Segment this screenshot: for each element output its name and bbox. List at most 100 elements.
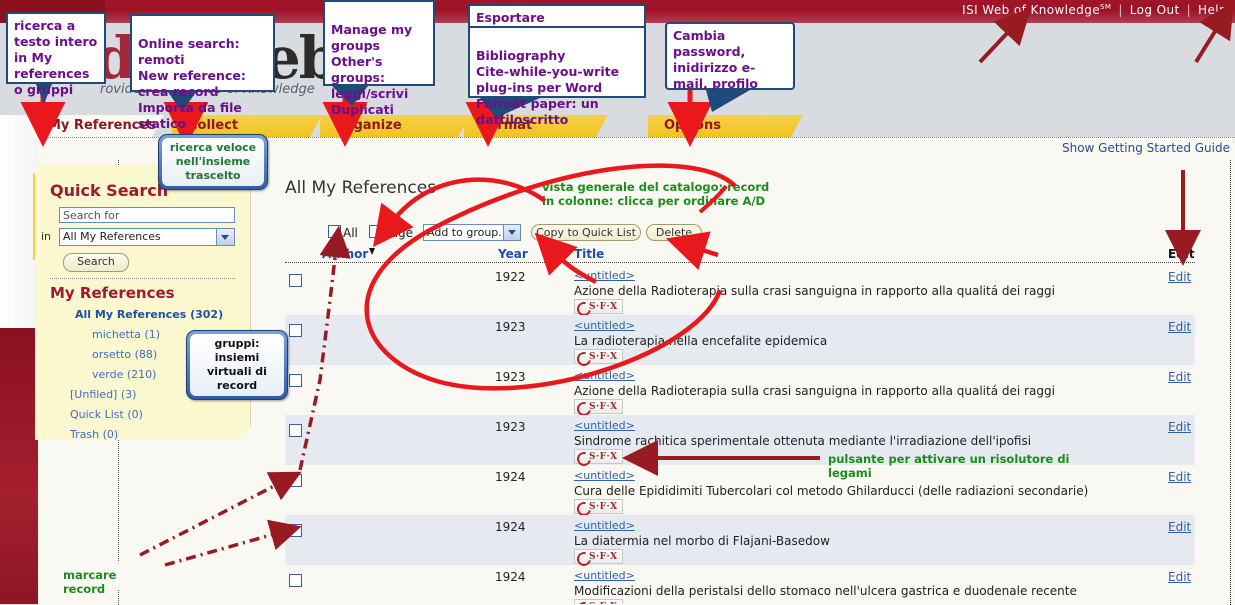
select-all-checkbox[interactable] [328,225,341,238]
row-edit-link[interactable]: Edit [1168,270,1191,284]
row-author-untitled[interactable]: <untitled> [574,469,635,482]
group-item-all[interactable]: All My References (302) [75,308,223,321]
row-author-untitled[interactable]: <untitled> [574,569,635,582]
callout-format-body: Bibliography Cite-while-you-write plug-i… [468,26,646,127]
callout-groups: gruppi: insiemi virtuali di record [186,330,288,400]
row-title: Azione della Radioterapia sulla crasi sa… [574,284,1055,298]
row-year: 1923 [495,420,526,434]
callout-collect: Online search: remoti New reference: cre… [130,14,275,131]
column-header-title[interactable]: Title [574,247,604,261]
callout-organize: Manage my groups Other's groups: leggi/s… [323,0,435,117]
separator-1: | [1118,3,1123,17]
column-header-year[interactable]: Year [498,247,528,261]
note-mark-record-box: marcare record [55,561,158,596]
row-author-untitled[interactable]: <untitled> [574,369,635,382]
row-edit-link[interactable]: Edit [1168,570,1191,584]
row-edit-link[interactable]: Edit [1168,420,1191,434]
row-checkbox[interactable] [289,274,302,287]
table-row[interactable]: 1923 <untitled> Azione della Radioterapi… [285,365,1195,415]
delete-button[interactable]: Delete [646,224,702,241]
search-button[interactable]: Search [63,253,129,272]
group-item-quick-list[interactable]: Quick List (0) [70,408,143,421]
row-year: 1924 [495,570,526,584]
header-rule [285,262,1195,263]
row-checkbox[interactable] [289,524,302,537]
row-year: 1923 [495,320,526,334]
table-row[interactable]: 1924 <untitled> La diatermia nel morbo d… [285,515,1195,565]
row-checkbox[interactable] [289,474,302,487]
copy-to-quick-list-button[interactable]: Copy to Quick List [531,224,641,241]
select-page-checkbox[interactable] [369,225,382,238]
row-checkbox[interactable] [289,374,302,387]
row-checkbox[interactable] [289,574,302,587]
add-to-group-select[interactable]: Add to group... [423,224,521,241]
row-edit-link[interactable]: Edit [1168,370,1191,384]
sfx-resolver-button[interactable]: S·F·X [574,599,623,604]
row-year: 1922 [495,270,526,284]
callout-my-references: ricerca a testo intero in My references … [6,12,106,97]
group-item-orsetto[interactable]: orsetto (88) [92,348,157,361]
table-row[interactable]: 1924 <untitled> Modificazioni della peri… [285,565,1195,604]
row-year: 1923 [495,370,526,384]
row-title: Modificazioni della peristalsi dello sto… [574,584,1077,598]
table-row[interactable]: 1923 <untitled> La radioterapia nella en… [285,315,1195,365]
row-author-untitled[interactable]: <untitled> [574,269,635,282]
row-title: Sindrome rachitica sperimentale ottenuta… [574,434,1032,448]
quick-search-title: Quick Search [50,181,169,200]
callout-quick-search: ricerca veloce nell'insieme trascelto [158,134,268,190]
separator-2: | [1186,3,1192,17]
column-header-author[interactable]: Author [322,247,368,261]
page-title: All My References [285,178,437,198]
row-checkbox[interactable] [289,324,302,337]
row-edit-link[interactable]: Edit [1168,520,1191,534]
sfx-resolver-button[interactable]: S·F·X [574,399,623,414]
row-title: La diatermia nel morbo di Flajani-Basedo… [574,534,830,548]
service-mark: SM [1100,3,1112,11]
chevron-down-icon[interactable] [216,229,234,245]
group-item-michetta[interactable]: michetta (1) [92,328,160,341]
tab-options[interactable]: Options [648,115,803,137]
row-title: Azione della Radioterapia sulla crasi sa… [574,384,1055,398]
note-mark-record: marcare record [63,568,117,596]
in-label: in [41,230,52,243]
table-row[interactable]: 1922 <untitled> Azione della Radioterapi… [285,265,1195,315]
row-author-untitled[interactable]: <untitled> [574,319,635,332]
search-input[interactable]: Search for [59,207,235,223]
column-header-edit: Edit [1168,247,1195,261]
row-checkbox[interactable] [289,424,302,437]
search-scope-select[interactable]: All My References [59,228,235,246]
row-author-untitled[interactable]: <untitled> [574,519,635,532]
sfx-resolver-button[interactable]: S·F·X [574,549,623,564]
add-to-group-value: Add to group... [427,226,509,239]
row-year: 1924 [495,520,526,534]
row-title: Cura delle Epididimiti Tubercolari col m… [574,484,1089,498]
sfx-resolver-button[interactable]: S·F·X [574,449,623,464]
top-header-links: ISI Web of KnowledgeSM | Log Out | Help [962,3,1227,17]
isi-brand-link[interactable]: ISI Web of KnowledgeSM [962,3,1111,17]
group-item-verde[interactable]: verde (210) [92,368,156,381]
select-page-label: Page [384,226,414,240]
callout-format-title: Esportare [468,4,646,28]
row-author-untitled[interactable]: <untitled> [574,419,635,432]
note-sfx: pulsante per attivare un risolutore di l… [828,452,1070,480]
search-scope-value: All My References [63,230,161,243]
callout-quick-search-text: ricerca veloce nell'insieme trascelto [162,138,264,186]
sfx-resolver-button[interactable]: S·F·X [574,299,623,314]
chevron-down-icon[interactable] [503,225,520,240]
help-link[interactable]: Help [1198,3,1227,17]
show-getting-started-guide-link[interactable]: Show Getting Started Guide [1062,141,1230,155]
logout-link[interactable]: Log Out [1130,3,1180,17]
my-references-heading: My References [50,284,175,302]
row-title: La radioterapia nella encefalite epidemi… [574,334,828,348]
sfx-resolver-button[interactable]: S·F·X [574,349,623,364]
row-edit-link[interactable]: Edit [1168,470,1191,484]
callout-groups-text: gruppi: insiemi virtuali di record [190,334,284,396]
panel-divider-1 [50,278,235,279]
group-item-unfiled[interactable]: [Unfiled] (3) [70,388,136,401]
sfx-resolver-button[interactable]: S·F·X [574,499,623,514]
row-edit-link[interactable]: Edit [1168,320,1191,334]
note-catalog: vista generale del catalogo: record in c… [542,180,770,208]
callout-options: Cambia password, inidirizzo e-mail, prof… [665,22,795,91]
group-item-trash[interactable]: Trash (0) [70,428,118,441]
tab-organize[interactable]: Organize [320,115,470,137]
